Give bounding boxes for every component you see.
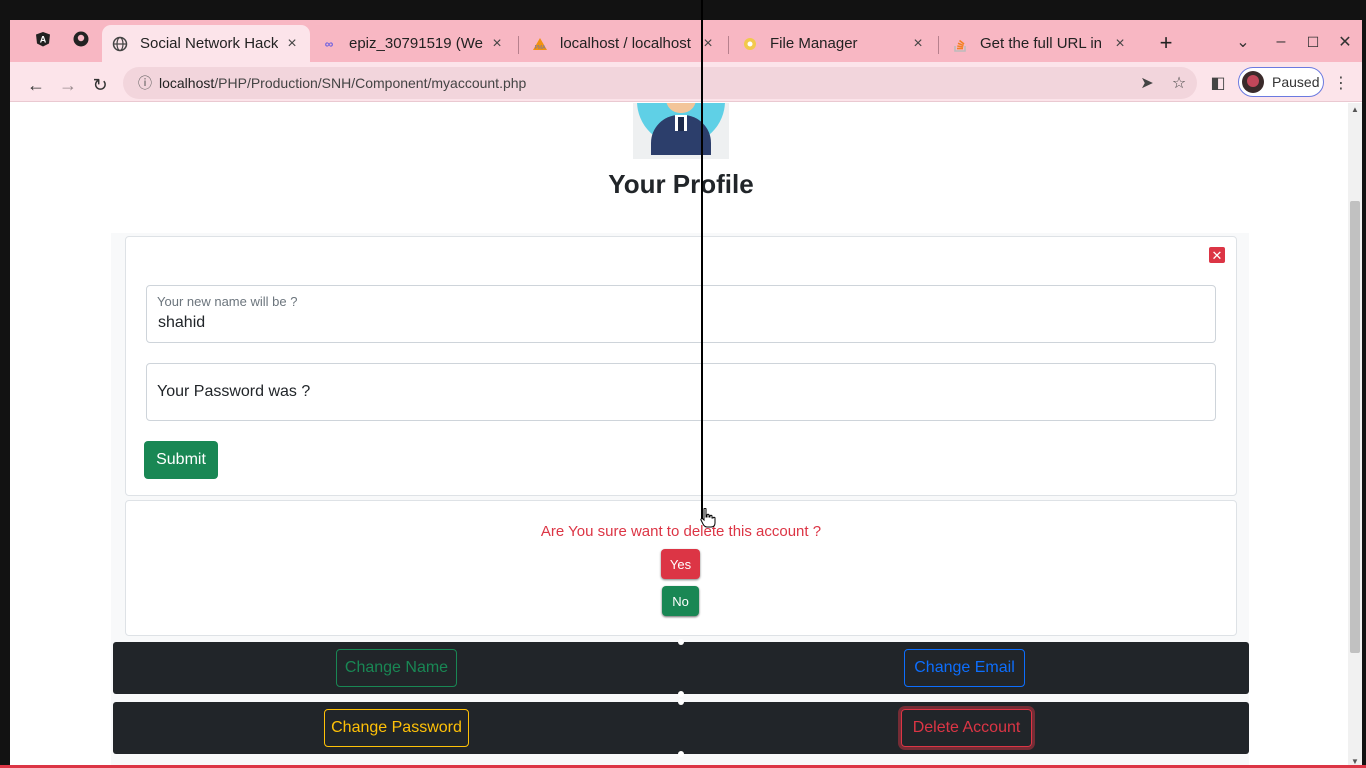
submit-button[interactable]: Submit — [144, 441, 218, 479]
tab-title: Get the full URL in PH — [980, 35, 1106, 52]
chevron-down-icon: ⌄ — [1236, 34, 1250, 51]
action-row-2: Change Password Delete Account — [113, 699, 1249, 757]
divider-dot — [678, 691, 684, 697]
confirm-no-button[interactable]: No — [662, 586, 699, 616]
pinned-tab-github[interactable] — [64, 26, 98, 56]
delete-confirm-message: Are You sure want to delete this account… — [540, 523, 822, 540]
browser-window: A Social Network Hack × ∞ epiz_30791519 … — [10, 20, 1362, 768]
star-icon: ☆ — [1171, 75, 1187, 92]
svg-text:A: A — [40, 34, 47, 44]
new-name-label: Your new name will be ? — [157, 294, 298, 309]
send-icon: ➤ — [1140, 75, 1154, 92]
tab-title: Social Network Hack — [140, 35, 278, 52]
send-tab-button[interactable]: ➤ — [1135, 71, 1159, 95]
menu-button[interactable]: ⋮ — [1329, 71, 1353, 95]
change-name-card: ✕ Your new name will be ? shahid Your Pa… — [125, 236, 1237, 496]
url-path: /PHP/Production/SNH/Component/myaccount.… — [214, 75, 527, 91]
divider-dot — [678, 639, 684, 645]
side-panel-icon: ◧ — [1210, 75, 1226, 92]
tab-close-icon[interactable]: × — [489, 35, 505, 52]
vertical-guide-line — [701, 0, 703, 520]
tab-separator — [518, 36, 519, 54]
delete-confirm-card: Are You sure want to delete this account… — [125, 500, 1237, 636]
bookmark-button[interactable]: ☆ — [1167, 71, 1191, 95]
change-email-button[interactable]: Change Email — [904, 649, 1025, 687]
minimize-button[interactable]: – — [1268, 30, 1294, 54]
reload-icon: ↻ — [92, 74, 108, 95]
kebab-menu-icon: ⋮ — [1333, 75, 1349, 92]
tab-title: epiz_30791519 (Webs — [349, 35, 483, 52]
svg-text:PMA: PMA — [535, 45, 547, 51]
tab-close-icon[interactable]: × — [910, 35, 926, 52]
forward-button[interactable]: → — [53, 70, 83, 100]
new-name-field[interactable]: Your new name will be ? shahid — [146, 285, 1216, 343]
profile-status: Paused — [1272, 74, 1320, 90]
arrow-left-icon: ← — [27, 74, 45, 95]
new-tab-button[interactable]: + — [1153, 30, 1179, 56]
tab-close-icon[interactable]: × — [284, 35, 300, 52]
tab-file-manager[interactable]: File Manager × — [732, 25, 936, 62]
tab-title: localhost / localhost / — [560, 35, 694, 52]
action-row-1: Change Name Change Email — [113, 639, 1249, 697]
close-form-button[interactable]: ✕ — [1209, 247, 1225, 263]
minimize-icon: – — [1276, 33, 1286, 50]
pinned-tab-angular[interactable]: A — [26, 26, 60, 56]
hand-cursor-icon — [700, 508, 716, 528]
stackoverflow-icon — [952, 36, 968, 52]
file-manager-icon — [742, 36, 758, 52]
delete-account-button[interactable]: Delete Account — [901, 709, 1032, 747]
github-icon — [73, 31, 89, 52]
reload-button[interactable]: ↻ — [85, 70, 115, 100]
tab-phpmyadmin[interactable]: PMA localhost / localhost / × — [522, 25, 726, 62]
url-text: localhost/PHP/Production/SNH/Component/m… — [159, 75, 1197, 91]
angular-icon: A — [35, 31, 51, 52]
tab-social-network-hack[interactable]: Social Network Hack × — [102, 25, 310, 62]
tab-epiz[interactable]: ∞ epiz_30791519 (Webs × — [311, 25, 515, 62]
divider-dot — [678, 751, 684, 757]
confirm-yes-button[interactable]: Yes — [661, 549, 700, 579]
info-icon[interactable]: ⓘ — [131, 73, 159, 93]
tab-title: File Manager — [770, 35, 858, 52]
plus-icon: + — [1159, 30, 1173, 55]
page-scrollbar[interactable]: ▲ ▼ — [1348, 103, 1362, 768]
scroll-up-icon[interactable]: ▲ — [1351, 105, 1359, 114]
password-field[interactable]: Your Password was ? — [146, 363, 1216, 421]
tab-separator — [728, 36, 729, 54]
address-bar[interactable]: ⓘ localhost/PHP/Production/SNH/Component… — [123, 67, 1197, 99]
profile-button[interactable]: Paused — [1238, 67, 1324, 97]
page-content: Your Profile ✕ Your new name will be ? s… — [10, 103, 1348, 768]
close-window-button[interactable]: ✕ — [1332, 30, 1358, 54]
page-title: Your Profile — [608, 169, 754, 199]
tab-search-button[interactable]: ⌄ — [1230, 30, 1256, 54]
maximize-icon: ☐ — [1306, 33, 1320, 50]
new-name-value: shahid — [158, 314, 206, 331]
scrollbar-thumb[interactable] — [1350, 201, 1360, 653]
avatar — [1242, 71, 1264, 93]
tab-strip: A Social Network Hack × ∞ epiz_30791519 … — [10, 20, 1362, 62]
change-name-button[interactable]: Change Name — [336, 649, 457, 687]
phpmyadmin-icon: PMA — [532, 36, 548, 52]
divider-dot — [678, 699, 684, 705]
change-password-button[interactable]: Change Password — [324, 709, 469, 747]
password-placeholder: Your Password was ? — [157, 383, 311, 400]
maximize-button[interactable]: ☐ — [1300, 30, 1326, 54]
tab-close-icon[interactable]: × — [1112, 35, 1128, 52]
back-button[interactable]: ← — [21, 70, 51, 100]
tab-separator — [938, 36, 939, 54]
tab-stackoverflow[interactable]: Get the full URL in PH × — [942, 25, 1138, 62]
infinity-icon: ∞ — [324, 36, 334, 51]
close-icon: ✕ — [1211, 247, 1223, 263]
globe-icon — [112, 36, 128, 52]
url-host: localhost — [159, 75, 215, 91]
arrow-right-icon: → — [59, 74, 77, 95]
side-panel-button[interactable]: ◧ — [1206, 71, 1230, 95]
profile-picture — [633, 103, 729, 159]
close-icon: ✕ — [1338, 34, 1352, 51]
